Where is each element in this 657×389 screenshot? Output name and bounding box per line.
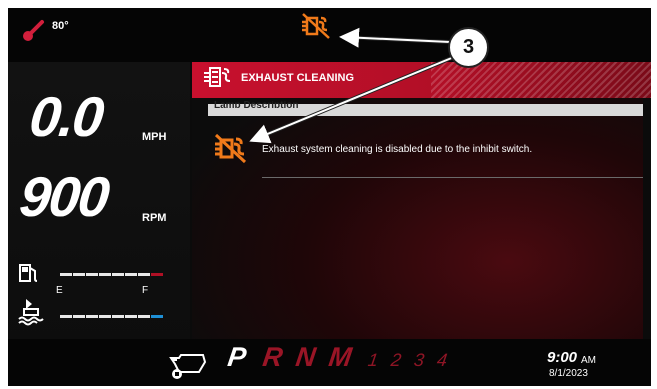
callout-arrows (249, 27, 455, 144)
callout-number-badge: 3 (448, 27, 489, 68)
